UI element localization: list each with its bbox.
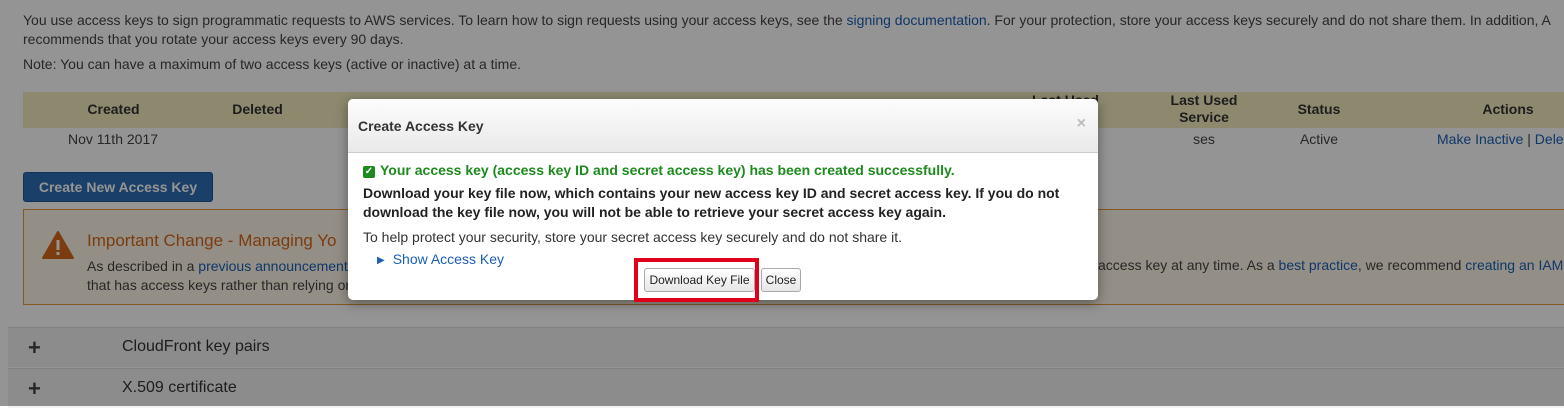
highlight-box — [634, 258, 759, 302]
triangle-right-icon: ▶ — [377, 255, 385, 266]
check-icon: ✓ — [363, 166, 375, 178]
show-access-key-toggle[interactable]: ▶ Show Access Key — [377, 251, 504, 267]
download-warning: Download your key file now, which contai… — [363, 185, 1060, 220]
success-message: ✓ Your access key (access key ID and secr… — [363, 162, 955, 178]
close-icon[interactable]: × — [1077, 115, 1086, 133]
security-help-text: To help protect your security, store you… — [363, 229, 902, 245]
dialog-title: Create Access Key — [358, 118, 484, 134]
success-text: Your access key (access key ID and secre… — [380, 162, 955, 178]
show-access-key-link[interactable]: Show Access Key — [393, 251, 504, 267]
dialog-header: Create Access Key × — [348, 99, 1098, 153]
close-button[interactable]: Close — [761, 268, 801, 292]
